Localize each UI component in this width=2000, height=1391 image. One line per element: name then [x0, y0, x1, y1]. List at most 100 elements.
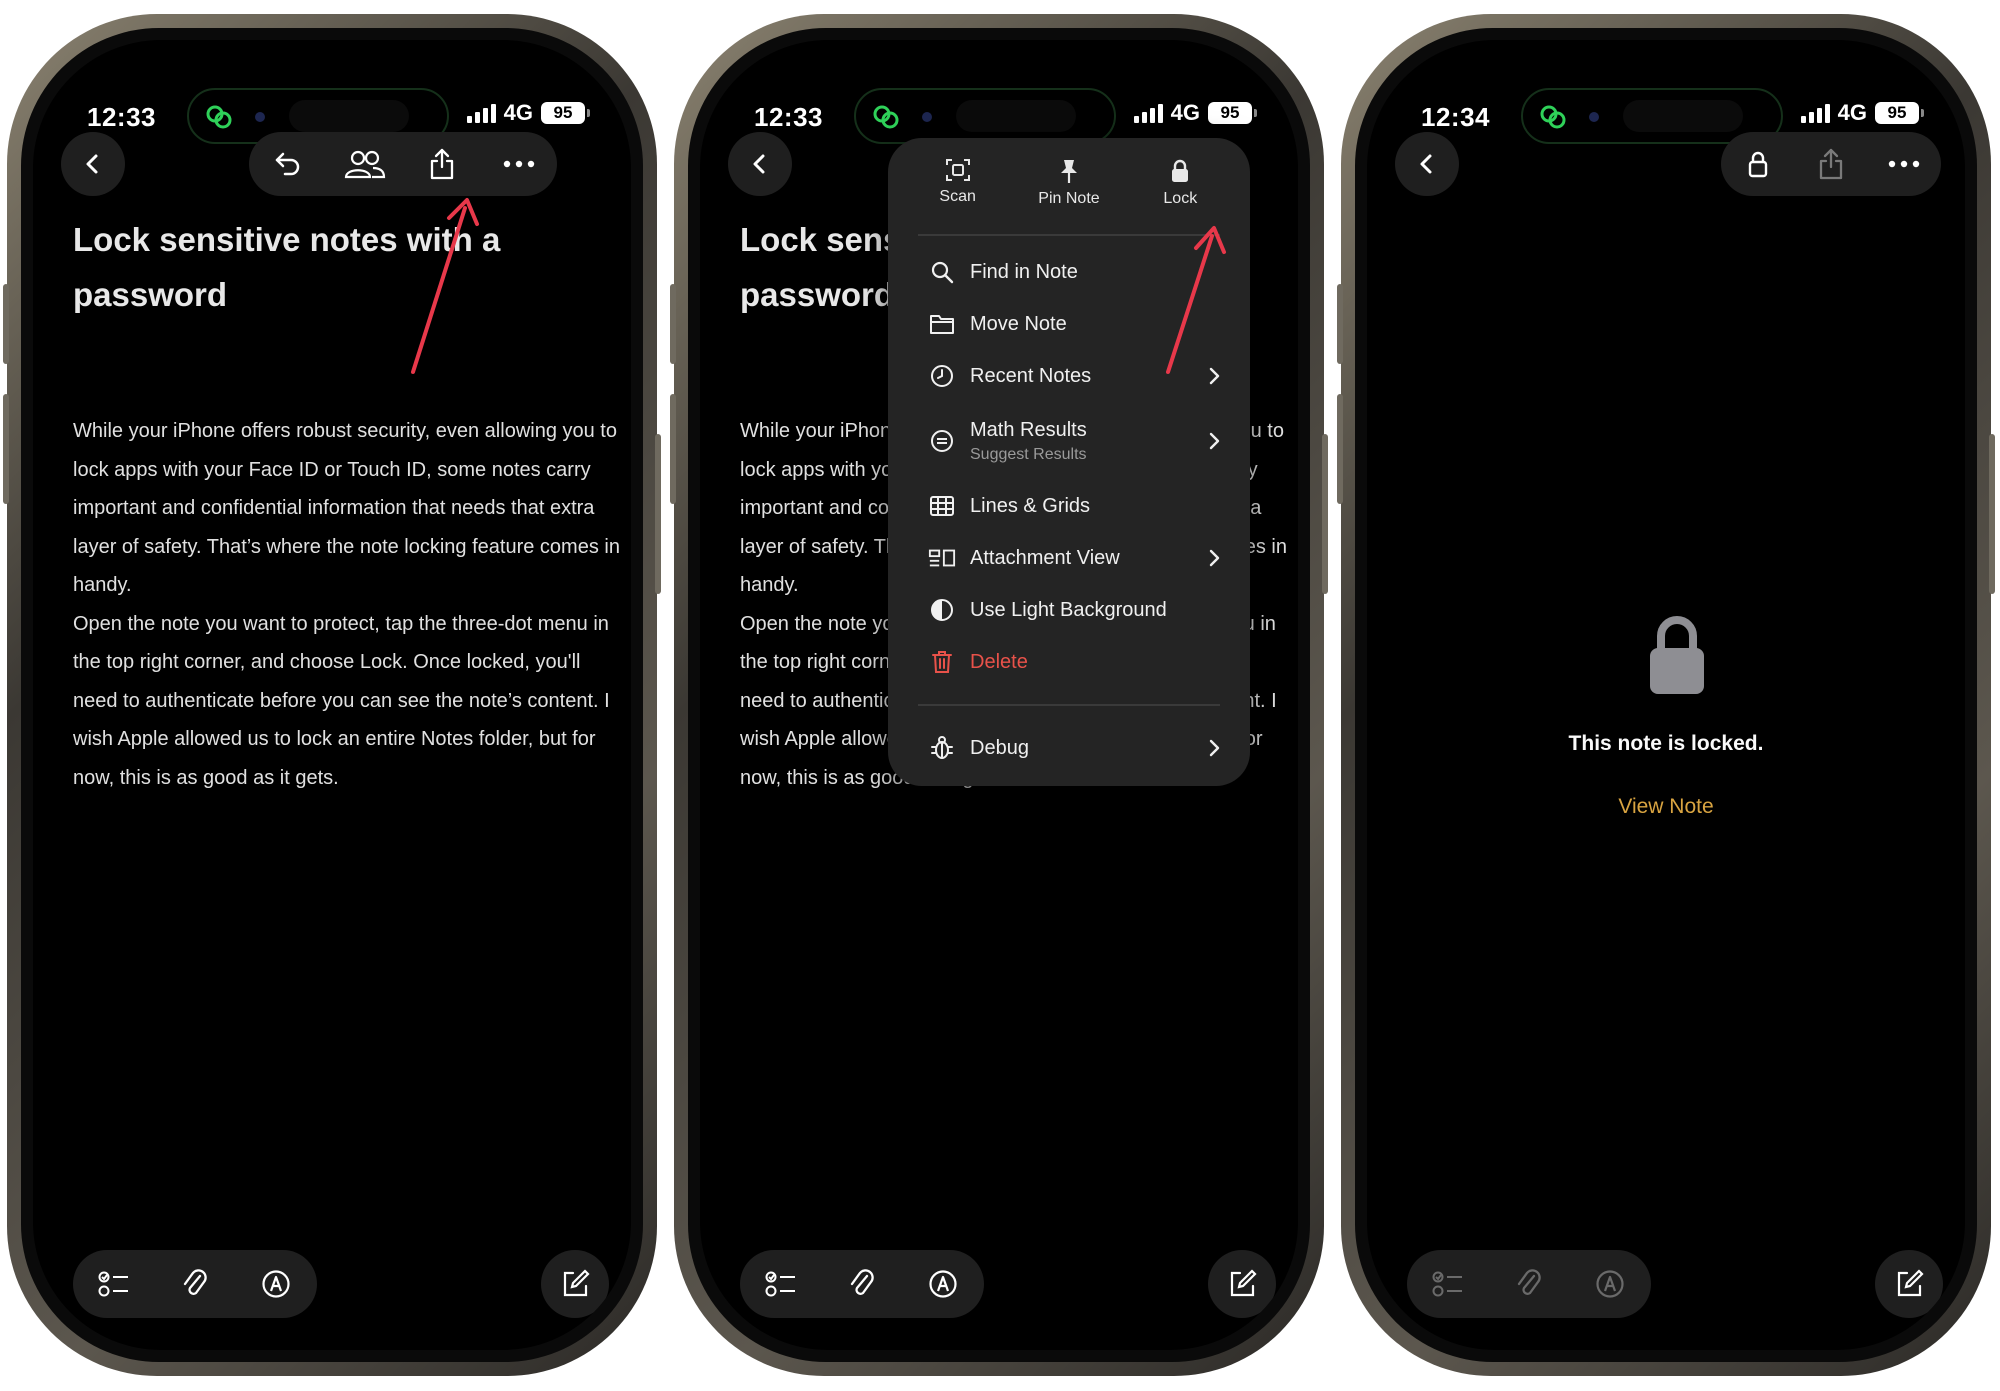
checklist-icon — [1432, 1271, 1462, 1297]
collaborate-button[interactable] — [337, 136, 393, 192]
screen-locked-note: 12:34 4G 95 This note is locked. View No… — [1367, 40, 1965, 1350]
menu-divider — [918, 704, 1220, 706]
link-icon — [1540, 105, 1566, 129]
signal-icon — [1133, 103, 1163, 123]
contrast-icon — [931, 599, 953, 621]
markup-button[interactable] — [1582, 1256, 1638, 1312]
battery-badge: 95 — [1875, 102, 1924, 124]
pin-note-action[interactable]: Pin Note — [1014, 158, 1124, 234]
attachment-button[interactable] — [1501, 1256, 1557, 1312]
note-body: While your iPhone offers robust security… — [73, 420, 620, 789]
phone-frame: 12:33 4G 95 Lock sensitive notes with a … — [670, 14, 1328, 1376]
checklist-button[interactable] — [753, 1256, 809, 1312]
compose-button[interactable] — [541, 1250, 609, 1318]
markup-icon — [1596, 1270, 1624, 1298]
compose-button[interactable] — [1208, 1250, 1276, 1318]
share-button[interactable] — [414, 136, 470, 192]
note-toolbar — [249, 132, 557, 196]
camera-dot — [1589, 112, 1599, 122]
side-button — [3, 394, 9, 504]
menu-item-delete[interactable]: Delete — [888, 636, 1250, 688]
chevron-right-icon — [1209, 739, 1220, 757]
pin-note-label: Pin Note — [1038, 190, 1100, 207]
menu-item-label: Use Light Background — [970, 598, 1167, 621]
battery-badge: 95 — [541, 102, 590, 124]
checklist-icon — [98, 1271, 128, 1297]
phone-bezel: 12:34 4G 95 This note is locked. View No… — [1355, 28, 1977, 1362]
more-button[interactable] — [491, 136, 547, 192]
side-button — [1322, 434, 1328, 594]
more-button[interactable] — [1876, 136, 1932, 192]
markup-button[interactable] — [915, 1256, 971, 1312]
camera-dot — [255, 112, 265, 122]
markup-icon — [929, 1270, 957, 1298]
chevron-left-icon — [1420, 154, 1432, 174]
checklist-button[interactable] — [1420, 1256, 1476, 1312]
side-button — [670, 284, 676, 364]
menu-item-lines-grids[interactable]: Lines & Grids — [888, 480, 1250, 532]
menu-item-label: Delete — [970, 650, 1028, 673]
attachment-view-icon — [928, 549, 956, 567]
signal-icon — [466, 103, 496, 123]
magnifier-icon — [931, 261, 954, 284]
signal-icon — [1800, 103, 1830, 123]
chevron-right-icon — [1209, 432, 1220, 450]
annotation-arrow — [411, 198, 479, 374]
view-note-link[interactable]: View Note — [1367, 795, 1965, 819]
menu-item-debug[interactable]: Debug — [888, 722, 1250, 774]
more-icon — [503, 160, 534, 168]
trash-icon — [932, 651, 952, 673]
link-icon — [206, 105, 232, 129]
share-icon — [1819, 148, 1843, 180]
menu-item-sublabel: Suggest Results — [970, 445, 1087, 463]
scan-action[interactable]: Scan — [903, 158, 1013, 234]
undo-button[interactable] — [260, 136, 316, 192]
locked-message: This note is locked. — [1568, 732, 1764, 755]
island-sensor — [956, 100, 1076, 132]
menu-item-attachment-view[interactable]: Attachment View — [888, 532, 1250, 584]
menu-item-math-results[interactable]: Math Results Suggest Results — [888, 402, 1250, 480]
back-button[interactable] — [61, 132, 125, 196]
side-button — [3, 284, 9, 364]
undo-icon — [275, 152, 299, 176]
menu-item-label: Math Results — [970, 418, 1087, 441]
annotation-arrow — [1166, 226, 1226, 374]
status-right: 4G 95 — [1800, 100, 1924, 126]
back-button[interactable] — [1395, 132, 1459, 196]
paperclip-icon — [850, 1269, 874, 1295]
side-button — [1337, 284, 1343, 364]
compose-button[interactable] — [1875, 1250, 1943, 1318]
back-button[interactable] — [728, 132, 792, 196]
menu-item-label: Attachment View — [970, 546, 1120, 569]
paperclip-icon — [183, 1269, 207, 1295]
side-button — [1337, 394, 1343, 504]
pin-icon — [1060, 160, 1077, 183]
chevron-left-icon — [86, 154, 98, 174]
collaborate-icon — [344, 150, 385, 179]
checklist-icon — [765, 1271, 795, 1297]
bottom-toolbar — [1407, 1250, 1651, 1318]
bug-icon — [931, 736, 953, 759]
menu-item-light-background[interactable]: Use Light Background — [888, 584, 1250, 636]
lock-label: Lock — [1163, 190, 1198, 207]
markup-icon — [262, 1270, 290, 1298]
bottom-toolbar — [73, 1250, 317, 1318]
menu-item-label: Debug — [970, 736, 1029, 759]
markup-button[interactable] — [248, 1256, 304, 1312]
attachment-button[interactable] — [834, 1256, 890, 1312]
lock-button[interactable] — [1730, 136, 1786, 192]
share-icon — [430, 148, 453, 180]
phone-frame: 12:34 4G 95 This note is locked. View No… — [1337, 14, 1995, 1376]
lock-icon — [1748, 151, 1767, 178]
checklist-button[interactable] — [86, 1256, 142, 1312]
attachment-button[interactable] — [167, 1256, 223, 1312]
equals-icon — [931, 430, 953, 452]
status-right: 4G 95 — [466, 100, 590, 126]
status-time: 12:33 — [87, 102, 156, 132]
share-button[interactable] — [1803, 136, 1859, 192]
link-icon — [873, 105, 899, 129]
phone-frame: 12:33 4G 95 Lock sensitive notes with a … — [3, 14, 661, 1376]
grid-icon — [930, 496, 954, 516]
compose-icon — [1897, 1269, 1924, 1297]
screen-more-menu: 12:33 4G 95 Lock sensitive notes with a … — [700, 40, 1298, 1350]
